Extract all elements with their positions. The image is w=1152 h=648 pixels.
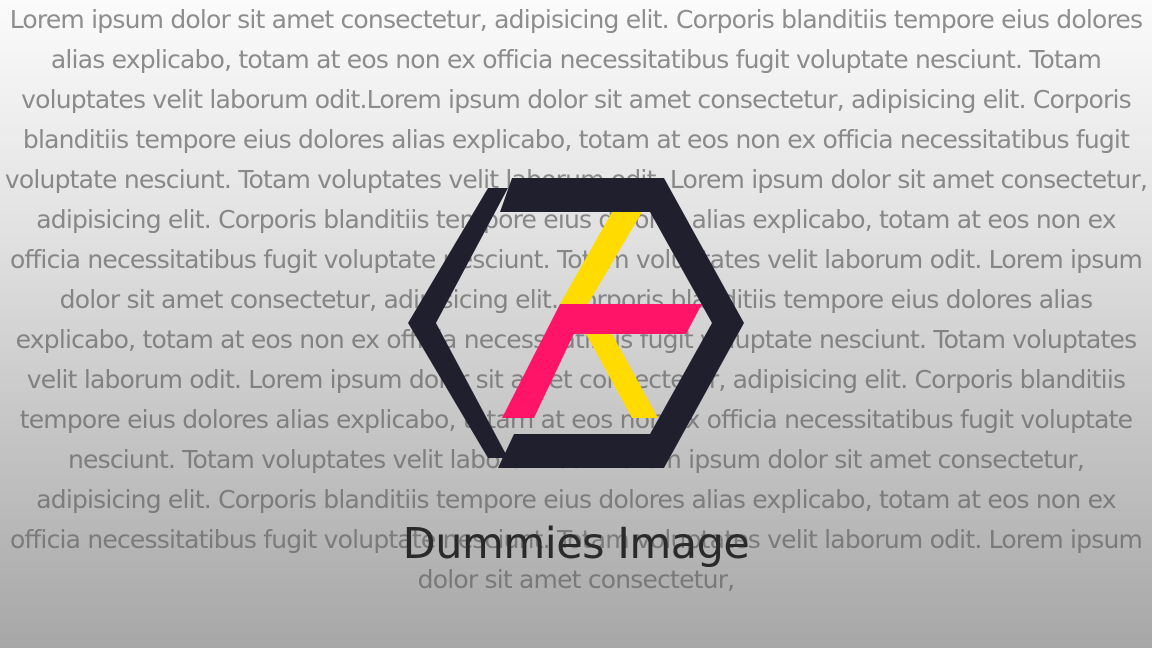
- logo-yellow-band-upper: [560, 212, 642, 304]
- logo-dark-frame-left: [408, 188, 508, 458]
- logo-yellow-band-lower: [586, 334, 658, 418]
- hexagon-logo-icon: [408, 178, 744, 468]
- image-caption: Dummies Image: [402, 519, 750, 569]
- logo-pink-band-horizontal: [558, 304, 702, 334]
